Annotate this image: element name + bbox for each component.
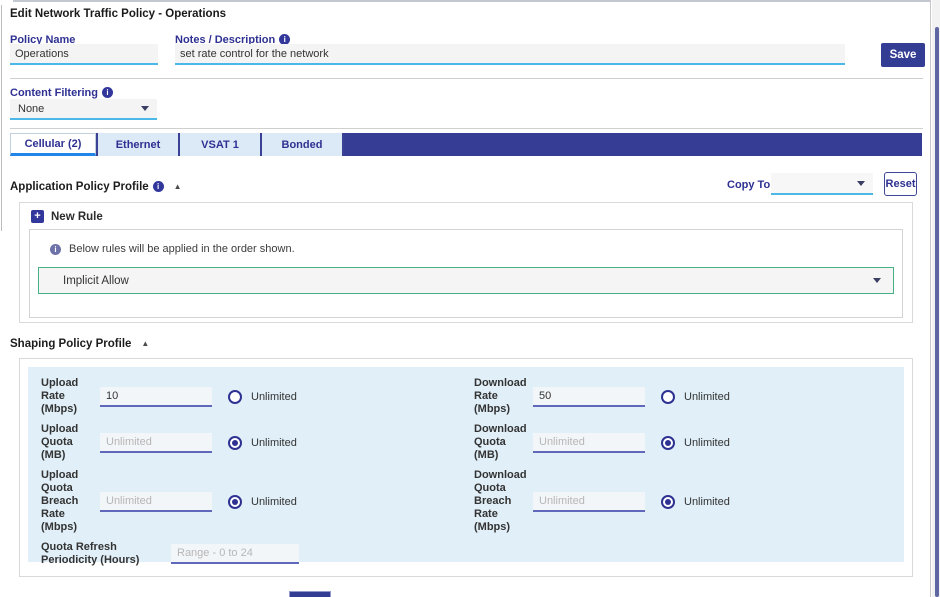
upload-quota-breach-unlimited-radio[interactable] (228, 495, 242, 509)
divider (10, 78, 923, 79)
top-border-fragment (13, 0, 930, 2)
tab-bar-filler (342, 133, 922, 156)
collapse-section-icon[interactable]: ▲ (141, 339, 149, 348)
upload-quota-breach-label: Upload Quota Breach Rate (Mbps) (41, 469, 98, 534)
unlimited-label: Unlimited (251, 437, 297, 449)
new-rule-button[interactable]: + New Rule (31, 210, 103, 223)
upload-quota-input[interactable] (100, 433, 212, 453)
application-policy-container: + New Rule i Below rules will be applied… (19, 202, 913, 323)
copy-to-select[interactable] (771, 173, 873, 195)
quota-refresh-input[interactable] (171, 544, 299, 564)
save-button[interactable]: Save (881, 43, 925, 67)
cropped-bottom-save-button[interactable] (289, 591, 331, 597)
divider (10, 128, 923, 129)
content-filtering-value: None (18, 103, 44, 115)
quota-refresh-label: Quota Refresh Periodicity (Hours) (41, 541, 140, 567)
download-column: Download Rate (Mbps) Unlimited Download … (474, 377, 904, 574)
chevron-down-icon (857, 181, 865, 186)
content-filtering-select[interactable]: None (10, 99, 157, 120)
shaping-policy-profile-title: Shaping Policy Profile▲ (10, 338, 149, 350)
download-rate-unlimited-radio[interactable] (661, 390, 675, 404)
plus-icon: + (31, 210, 44, 223)
new-rule-label: New Rule (51, 211, 103, 223)
download-rate-input[interactable] (533, 387, 645, 407)
vertical-scrollbar-thumb[interactable] (935, 27, 939, 597)
application-policy-info-icon[interactable]: i (153, 181, 164, 192)
upload-quota-label: Upload Quota (MB) (41, 423, 98, 462)
rules-info-icon: i (50, 244, 61, 255)
download-quota-breach-row: Download Quota Breach Rate (Mbps) Unlimi… (474, 469, 904, 534)
unlimited-label: Unlimited (684, 437, 730, 449)
rules-info-text: Below rules will be applied in the order… (69, 243, 295, 255)
quota-refresh-row: Quota Refresh Periodicity (Hours) (41, 541, 474, 567)
panel-right-border (930, 0, 931, 597)
unlimited-label: Unlimited (684, 391, 730, 403)
tab-cellular[interactable]: Cellular (2) (10, 133, 96, 156)
unlimited-label: Unlimited (684, 496, 730, 508)
tab-vsat-1[interactable]: VSAT 1 (178, 133, 260, 156)
edit-network-traffic-policy-page: Edit Network Traffic Policy - Operations… (0, 0, 940, 597)
download-rate-row: Download Rate (Mbps) Unlimited (474, 377, 904, 416)
page-title: Edit Network Traffic Policy - Operations (10, 8, 226, 20)
tab-ethernet[interactable]: Ethernet (96, 133, 178, 156)
chevron-down-icon (873, 278, 881, 283)
tab-bonded[interactable]: Bonded (260, 133, 342, 156)
shaping-policy-container: Upload Rate (Mbps) Unlimited Upload Quot… (19, 358, 913, 577)
upload-quota-row: Upload Quota (MB) Unlimited (41, 423, 474, 462)
download-rate-label: Download Rate (Mbps) (474, 377, 531, 416)
unlimited-label: Unlimited (251, 496, 297, 508)
upload-rate-row: Upload Rate (Mbps) Unlimited (41, 377, 474, 416)
chevron-down-icon (141, 106, 149, 111)
download-quota-unlimited-radio[interactable] (661, 436, 675, 450)
upload-quota-breach-input[interactable] (100, 492, 212, 512)
copy-to-label: Copy To: (727, 179, 774, 191)
reset-button[interactable]: Reset (884, 172, 917, 196)
content-filtering-info-icon[interactable]: i (102, 87, 113, 98)
download-quota-breach-label: Download Quota Breach Rate (Mbps) (474, 469, 531, 534)
rules-list-container: i Below rules will be applied in the ord… (29, 229, 903, 318)
download-quota-input[interactable] (533, 433, 645, 453)
upload-quota-unlimited-radio[interactable] (228, 436, 242, 450)
rule-value: Implicit Allow (63, 275, 129, 287)
upload-column: Upload Rate (Mbps) Unlimited Upload Quot… (28, 377, 474, 574)
rules-info-row: i Below rules will be applied in the ord… (46, 243, 295, 255)
policy-name-input[interactable] (10, 44, 158, 65)
content-filtering-label: Content Filteringi (10, 87, 113, 99)
download-quota-row: Download Quota (MB) Unlimited (474, 423, 904, 462)
implicit-allow-rule-select[interactable]: Implicit Allow (38, 267, 894, 294)
upload-rate-unlimited-radio[interactable] (228, 390, 242, 404)
left-border-fragment (1, 5, 2, 231)
download-quota-breach-input[interactable] (533, 492, 645, 512)
application-policy-profile-title: Application Policy Profilei▲ (10, 181, 182, 193)
collapse-section-icon[interactable]: ▲ (174, 182, 182, 191)
interface-tabs: Cellular (2) Ethernet VSAT 1 Bonded (10, 133, 922, 156)
download-quota-breach-unlimited-radio[interactable] (661, 495, 675, 509)
download-quota-label: Download Quota (MB) (474, 423, 531, 462)
upload-quota-breach-row: Upload Quota Breach Rate (Mbps) Unlimite… (41, 469, 474, 534)
shaping-policy-panel: Upload Rate (Mbps) Unlimited Upload Quot… (28, 367, 904, 562)
notes-description-input[interactable] (175, 44, 845, 65)
upload-rate-input[interactable] (100, 387, 212, 407)
unlimited-label: Unlimited (251, 391, 297, 403)
upload-rate-label: Upload Rate (Mbps) (41, 377, 98, 416)
